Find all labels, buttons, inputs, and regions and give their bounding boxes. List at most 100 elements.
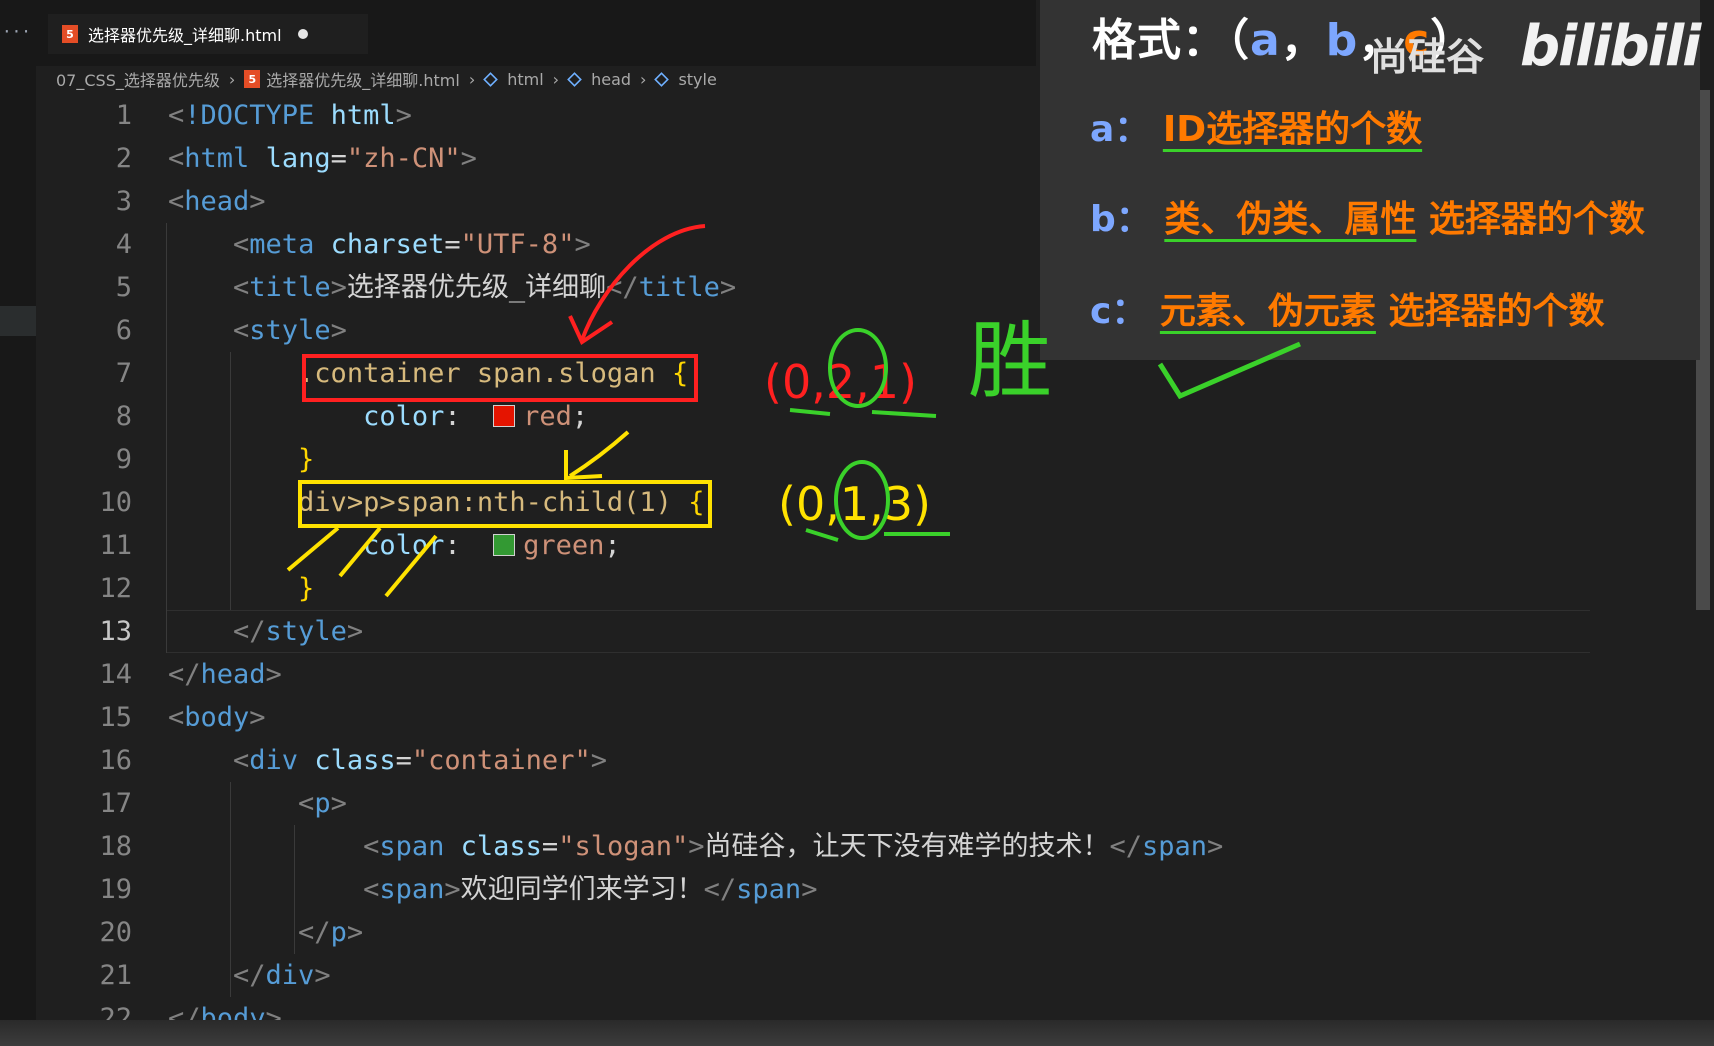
element-icon xyxy=(483,71,499,87)
breadcrumb-style[interactable]: style xyxy=(678,70,716,89)
code-token: { xyxy=(671,358,689,389)
code-token: div xyxy=(265,960,315,991)
line-content: </head> xyxy=(168,653,282,696)
code-token: p xyxy=(314,788,331,819)
code-token: > xyxy=(719,272,737,303)
indent-guide xyxy=(294,825,295,954)
code-token: < xyxy=(233,745,250,776)
code-token: } xyxy=(298,444,315,475)
code-token: </ xyxy=(233,616,266,647)
color-swatch[interactable] xyxy=(493,534,516,556)
code-token: </ xyxy=(298,917,331,948)
code-token: > xyxy=(265,659,282,690)
code-line[interactable]: 8 color: red; xyxy=(0,395,1714,438)
code-token: red xyxy=(523,401,572,432)
row-b-items: 类、伪类、属性 xyxy=(1164,199,1417,240)
code-token: ; xyxy=(604,530,621,561)
title-b: b xyxy=(1325,15,1359,66)
code-token: div xyxy=(249,745,299,776)
code-token: : xyxy=(444,530,494,561)
code-line[interactable]: 19 <span>欢迎同学们来学习！</span> xyxy=(0,868,1714,911)
color-swatch[interactable] xyxy=(493,405,516,427)
line-number: 5 xyxy=(115,272,132,303)
code-token: > xyxy=(346,917,364,948)
breadcrumb-folder[interactable]: 07_CSS_选择器优先级 xyxy=(56,67,220,91)
row-c-items: 元素、伪元素 xyxy=(1159,291,1376,332)
code-token: charset xyxy=(330,229,445,260)
html5-icon: 5 xyxy=(62,25,78,43)
line-content: <head> xyxy=(168,180,266,223)
line-number: 20 xyxy=(99,917,132,948)
code-line[interactable]: 21 </div> xyxy=(0,954,1714,997)
code-line[interactable]: 17 <p> xyxy=(0,782,1714,825)
code-token: </ xyxy=(168,659,201,690)
line-content: <div class="container"> xyxy=(168,739,607,782)
line-number: 8 xyxy=(115,401,132,432)
code-line[interactable]: 13 </style> xyxy=(0,610,1714,653)
element-icon xyxy=(567,71,582,87)
code-token: < xyxy=(363,831,380,862)
code-line[interactable]: 20 </p> xyxy=(0,911,1714,954)
code-token: "zh-CN" xyxy=(346,143,461,174)
code-token: < xyxy=(233,272,250,303)
row-b-key: b： xyxy=(1090,199,1152,240)
line-content: </style> xyxy=(168,610,363,653)
line-number: 10 xyxy=(99,487,132,518)
title-prefix: 格式：（ xyxy=(1092,15,1250,66)
line-content: <meta charset="UTF-8"> xyxy=(168,223,591,266)
code-line[interactable]: 15 <body> xyxy=(0,696,1714,739)
tab-file[interactable]: 5 选择器优先级_详细聊.html xyxy=(48,14,368,54)
line-content: <html lang="zh-CN"> xyxy=(168,137,477,180)
code-token: 选择器优先级_详细聊 xyxy=(346,272,607,303)
line-number: 6 xyxy=(115,315,132,346)
code-line[interactable]: 14 </head> xyxy=(0,653,1714,696)
code-token: > xyxy=(330,788,347,819)
code-token: < xyxy=(168,702,185,733)
code-token: < xyxy=(233,229,250,260)
code-token: "slogan" xyxy=(558,831,689,862)
line-content: </p> xyxy=(168,911,363,954)
title-comma: ， xyxy=(1280,15,1326,66)
breadcrumb-file[interactable]: 选择器优先级_详细聊.html xyxy=(266,67,460,91)
code-token: </ xyxy=(233,960,266,991)
breadcrumb-html[interactable]: html xyxy=(507,70,543,89)
code-line[interactable]: 9 } xyxy=(0,438,1714,481)
line-content: </div> xyxy=(168,954,331,997)
title-a: a xyxy=(1250,15,1281,66)
code-line[interactable]: 11 color: green; xyxy=(0,524,1714,567)
breadcrumb: 07_CSS_选择器优先级 › 5 选择器优先级_详细聊.html › html… xyxy=(56,66,717,92)
line-number: 1 xyxy=(115,100,132,131)
code-token: lang xyxy=(265,143,331,174)
unsaved-dot-icon[interactable] xyxy=(297,29,308,39)
line-number: 13 xyxy=(99,616,132,647)
code-line[interactable]: 12 } xyxy=(0,567,1714,610)
code-line[interactable]: 10 div>p>span:nth-child(1) { xyxy=(0,481,1714,524)
code-token: "container" xyxy=(411,745,591,776)
code-token: > xyxy=(346,616,364,647)
code-token: style xyxy=(249,315,331,346)
code-token: </ xyxy=(703,874,737,905)
code-token: "UTF-8" xyxy=(460,229,575,260)
code-token: p xyxy=(330,917,347,948)
code-token: class xyxy=(460,831,542,862)
code-line[interactable]: 18 <span class="slogan">尚硅谷，让天下没有难学的技术！<… xyxy=(0,825,1714,868)
html5-icon: 5 xyxy=(244,70,261,88)
tab-bar: 5 选择器优先级_详细聊.html xyxy=(36,0,1036,66)
code-token: > xyxy=(574,229,591,260)
line-content: div>p>span:nth-child(1) { xyxy=(168,481,704,524)
breadcrumb-head[interactable]: head xyxy=(591,70,631,89)
code-token: title xyxy=(249,272,331,303)
more-icon[interactable]: ··· xyxy=(2,22,31,41)
code-token: html xyxy=(330,100,396,131)
code-line[interactable]: 16 <div class="container"> xyxy=(0,739,1714,782)
code-token: = xyxy=(330,143,347,174)
